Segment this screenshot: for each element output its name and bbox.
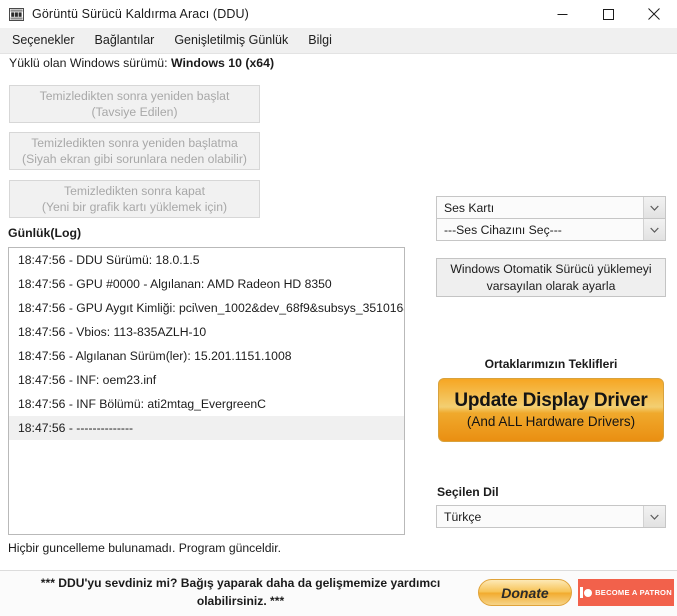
language-value: Türkçe: [444, 509, 482, 524]
patreon-logo-icon: [580, 587, 593, 598]
log-line[interactable]: 18:47:56 - INF: oem23.inf: [9, 368, 404, 392]
log-line[interactable]: 18:47:56 - --------------: [9, 416, 404, 440]
title-bar-left: Görüntü Sürücü Kaldırma Aracı (DDU): [9, 0, 249, 28]
chevron-down-icon[interactable]: [643, 219, 665, 240]
donate-message: *** DDU'yu sevdiniz mi? Bağış yaparak da…: [40, 576, 441, 608]
chevron-down-icon[interactable]: [643, 506, 665, 527]
ddu-main-window: Görüntü Sürücü Kaldırma Aracı (DDU) Seçe…: [0, 0, 677, 616]
no-restart-after-clean-line1: Temizledikten sonra yeniden başlatma: [31, 135, 238, 150]
shutdown-after-clean-line2: (Yeni bir grafik kartı yüklemek için): [41, 200, 228, 214]
log-label: Günlük(Log): [8, 226, 82, 240]
window-controls: [539, 0, 677, 28]
windows-auto-driver-line2: varsayılan olarak ayarla: [486, 278, 616, 293]
donate-button[interactable]: Donate: [478, 579, 572, 606]
device-type-value: Ses Kartı: [444, 200, 495, 215]
device-value: ---Ses Cihazını Seç---: [444, 222, 562, 237]
menu-item-options[interactable]: Seçenekler: [2, 28, 85, 53]
minimize-button[interactable]: [539, 0, 585, 28]
device-select[interactable]: ---Ses Cihazını Seç---: [436, 218, 666, 241]
log-line[interactable]: 18:47:56 - GPU #0000 - Algılanan: AMD Ra…: [9, 272, 404, 296]
menu-bar: Seçenekler Bağlantılar Genişletilmiş Gün…: [0, 28, 677, 54]
language-select[interactable]: Türkçe: [436, 505, 666, 528]
title-bar: Görüntü Sürücü Kaldırma Aracı (DDU): [0, 0, 677, 28]
device-type-select[interactable]: Ses Kartı: [436, 196, 666, 219]
donate-bar: *** DDU'yu sevdiniz mi? Bağış yaparak da…: [0, 570, 677, 616]
log-box[interactable]: 18:47:56 - DDU Sürümü: 18.0.1.5 18:47:56…: [8, 247, 405, 535]
menu-item-info[interactable]: Bilgi: [298, 28, 342, 53]
donate-button-label: Donate: [501, 584, 549, 601]
log-line[interactable]: 18:47:56 - DDU Sürümü: 18.0.1.5: [9, 248, 404, 272]
restart-after-clean-line2: (Tavsiye Edilen): [91, 105, 178, 119]
os-version-line: Yüklü olan Windows sürümü: Windows 10 (x…: [9, 56, 274, 70]
menu-item-links[interactable]: Bağlantılar: [85, 28, 165, 53]
log-line[interactable]: 18:47:56 - Algılanan Sürüm(ler): 15.201.…: [9, 344, 404, 368]
no-restart-after-clean-button[interactable]: Temizledikten sonra yeniden başlatma (Si…: [9, 132, 260, 170]
window-title: Görüntü Sürücü Kaldırma Aracı (DDU): [32, 7, 249, 21]
chevron-down-icon[interactable]: [643, 197, 665, 218]
log-line[interactable]: 18:47:56 - Vbios: 113-835AZLH-10: [9, 320, 404, 344]
ad-headline: Update Display Driver: [454, 389, 648, 411]
update-status-text: Hiçbir guncelleme bulunamadı. Program gü…: [8, 541, 282, 555]
maximize-button[interactable]: [585, 0, 631, 28]
become-a-patron-label: BECOME A PATRON: [595, 588, 672, 597]
log-line[interactable]: 18:47:56 - GPU Aygıt Kimliği: pci\ven_10…: [9, 296, 404, 320]
windows-auto-driver-line1: Windows Otomatik Sürücü yüklemeyi: [450, 262, 652, 277]
shutdown-after-clean-line1: Temizledikten sonra kapat: [64, 183, 205, 198]
become-a-patron-button[interactable]: BECOME A PATRON: [578, 579, 674, 606]
ddu-app-icon: [9, 7, 24, 22]
no-restart-after-clean-line2: (Siyah ekran gibi sorunlara neden olabil…: [22, 152, 247, 166]
close-button[interactable]: [631, 0, 677, 28]
menu-item-extended-log[interactable]: Genişletilmiş Günlük: [164, 28, 298, 53]
os-version-value: Windows 10 (x64): [171, 56, 275, 70]
ad-subline: (And ALL Hardware Drivers): [466, 413, 636, 429]
restart-after-clean-line1: Temizledikten sonra yeniden başlat: [39, 88, 230, 103]
language-label: Seçilen Dil: [437, 485, 499, 499]
log-line[interactable]: 18:47:56 - INF Bölümü: ati2mtag_Evergree…: [9, 392, 404, 416]
windows-auto-driver-button[interactable]: Windows Otomatik Sürücü yüklemeyi varsay…: [436, 258, 666, 297]
os-version-label: Yüklü olan Windows sürümü:: [9, 56, 168, 70]
partners-title: Ortaklarımızın Teklifleri: [484, 357, 618, 371]
restart-after-clean-button[interactable]: Temizledikten sonra yeniden başlat (Tavs…: [9, 85, 260, 123]
shutdown-after-clean-button[interactable]: Temizledikten sonra kapat (Yeni bir graf…: [9, 180, 260, 218]
update-display-driver-ad[interactable]: Update Display Driver (And ALL Hardware …: [438, 378, 664, 442]
